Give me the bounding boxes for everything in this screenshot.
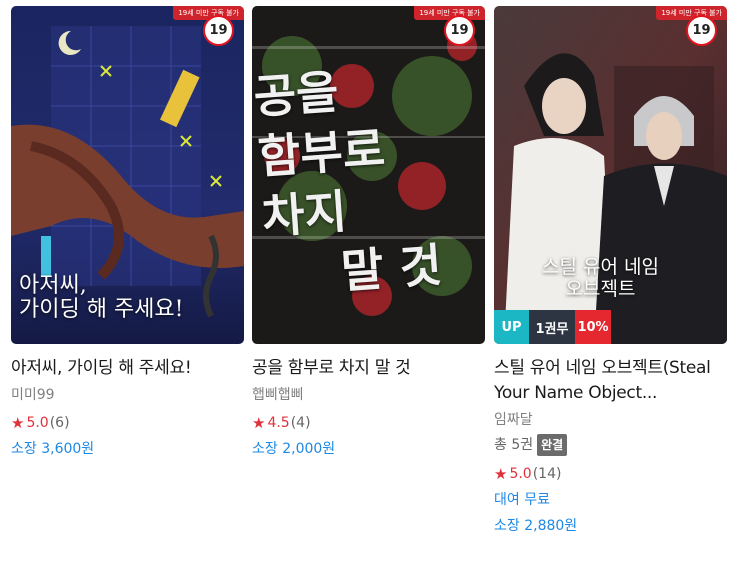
book-price: 소장 2,000원 [252,441,336,457]
book-author[interactable]: 햅삐햅삐 [252,385,485,405]
rating-value: 5.0 [26,415,49,431]
cover-title-line: 말 것 [339,237,444,299]
book-rating: ★ 5.0 (14) [494,464,727,484]
star-icon: ★ [494,465,508,483]
cover-title-line: 스틸 유어 네임 [542,256,659,278]
rating-value: 5.0 [509,466,532,482]
book-author[interactable]: 미미99 [11,385,244,405]
up-tag: UP [494,310,529,344]
star-icon: ★ [11,414,25,432]
book-price: 소장 3,600원 [11,441,95,457]
star-icon: ★ [252,414,266,432]
book-title[interactable]: 스틸 유어 네임 오브젝트(Steal Your Name Object... [494,356,727,406]
book-cover[interactable]: 19세 미만 구독 불가 19 아저씨, 가이딩 해 주세요! [11,6,244,344]
cover-title: 공을 함부로 차지 말 것 [252,55,444,307]
discount-tag: 10% [575,310,611,344]
book-card-1[interactable]: 19세 미만 구독 불가 19 아저씨, 가이딩 해 주세요! 아저씨, 가이딩… [11,6,244,459]
book-rating: ★ 5.0 (6) [11,413,244,433]
rent-price: 대여 무료 [494,492,550,508]
promo-tags: UP 1권무 10% [494,310,611,344]
cover-title-line: 오브젝트 [565,278,636,300]
rating-value: 4.5 [267,415,290,431]
book-card-3[interactable]: 19세 미만 구독 불가 19 스틸 유어 네임 오브젝트 UP 1권무 10%… [494,6,727,536]
book-cover[interactable]: 19세 미만 구독 불가 19 공을 함부로 차지 말 것 [252,6,485,344]
book-card-2[interactable]: 19세 미만 구독 불가 19 공을 함부로 차지 말 것 공을 함부로 차지 … [252,6,485,459]
book-cover[interactable]: 19세 미만 구독 불가 19 스틸 유어 네임 오브젝트 UP 1권무 10% [494,6,727,344]
cover-title: 스틸 유어 네임 오브젝트 [542,256,659,300]
book-rating: ★ 4.5 (4) [252,413,485,433]
rating-count: (14) [532,466,562,482]
book-title[interactable]: 공을 함부로 차지 말 것 [252,356,485,381]
complete-badge: 완결 [537,434,568,456]
volume-count: 총 5권 [494,437,534,453]
book-author[interactable]: 임짜달 [494,410,727,430]
age-19-badge: 19 [203,15,234,46]
free-volume-tag: 1권무 [529,310,575,344]
rating-count: (6) [49,415,70,431]
rating-count: (4) [290,415,311,431]
cover-title-line: 가이딩 해 주세요! [19,297,184,322]
cover-title: 아저씨, 가이딩 해 주세요! [19,274,184,322]
book-price: 소장 2,880원 [494,518,578,534]
age-19-badge: 19 [444,15,475,46]
cover-title-line: 아저씨, [19,273,87,298]
volume-info: 총 5권 완결 [494,434,727,456]
book-title[interactable]: 아저씨, 가이딩 해 주세요! [11,356,244,381]
age-19-badge: 19 [686,15,717,46]
